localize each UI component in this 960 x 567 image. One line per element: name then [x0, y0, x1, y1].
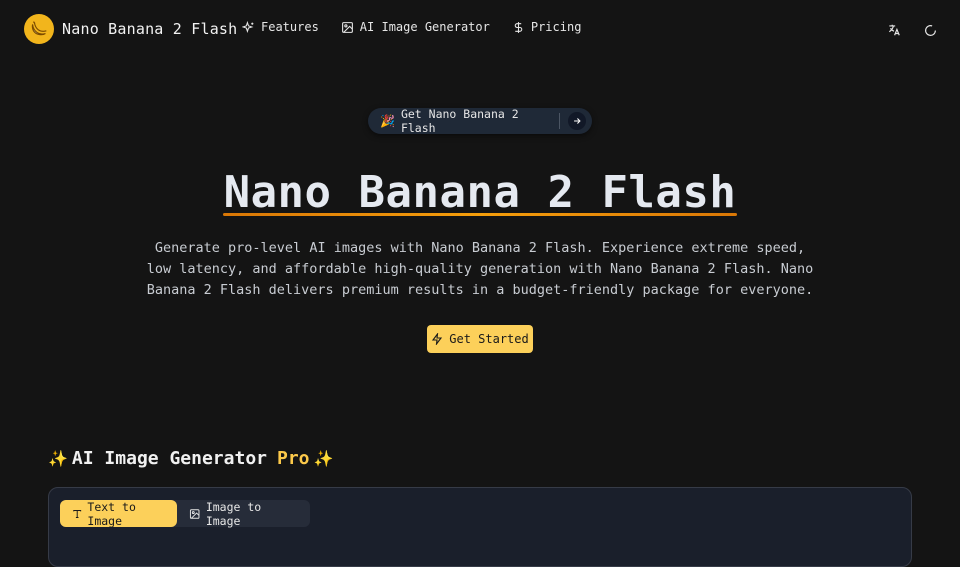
nav-ai-image-generator[interactable]: AI Image Generator — [341, 20, 490, 34]
announcement-label: Get Nano Banana 2 Flash — [400, 107, 519, 135]
arrow-right-icon — [568, 112, 586, 130]
translate-icon — [888, 24, 900, 36]
tab-text-to-image-label: Text to Image — [87, 499, 136, 528]
pro-badge: Pro — [277, 448, 310, 469]
generator-section-title: ✨ AI Image Generator Pro ✨ — [48, 448, 333, 469]
nav-pricing-label: Pricing — [530, 20, 582, 34]
get-started-button[interactable]: Get Started — [427, 325, 533, 353]
nav-pricing[interactable]: Pricing — [512, 20, 582, 34]
dollar-icon — [514, 21, 523, 33]
sparkles-icon — [242, 20, 254, 33]
image-icon — [341, 21, 353, 33]
sparkle-emoji-right: ✨ — [313, 449, 334, 468]
generator-tabs: Text to Image Image to Image — [60, 499, 310, 528]
title-underline — [223, 213, 737, 216]
hero-title: Nano Banana 2 Flash — [223, 167, 737, 218]
generator-panel — [48, 487, 912, 567]
top-navbar: Nano Banana 2 Flash Features AI Image Ge… — [0, 0, 960, 60]
text-icon — [73, 509, 82, 518]
image-icon — [190, 508, 200, 519]
generator-title: AI Image Generator — [71, 448, 267, 469]
tab-text-to-image[interactable]: Text to Image — [60, 499, 178, 528]
language-button[interactable] — [886, 22, 902, 38]
get-started-label: Get Started — [449, 332, 529, 346]
theme-toggle-icon — [924, 24, 936, 36]
nav-ai-image-generator-label: AI Image Generator — [359, 20, 490, 34]
brand-name: Nano Banana 2 Flash — [62, 20, 238, 38]
hero-description: Generate pro-level AI images with Nano B… — [146, 240, 814, 298]
banana-icon — [24, 14, 54, 44]
lightning-icon — [432, 333, 443, 345]
nav-features[interactable]: Features — [242, 20, 319, 34]
announcement-pill[interactable]: 🎉 Get Nano Banana 2 Flash — [368, 107, 592, 135]
divider — [559, 113, 560, 129]
theme-toggle-button[interactable] — [922, 22, 938, 38]
sparkle-emoji-left: ✨ — [48, 449, 68, 468]
party-icon: 🎉 — [380, 114, 395, 128]
nav-features-label: Features — [261, 20, 319, 34]
tab-image-to-image[interactable]: Image to Image — [177, 499, 310, 528]
brand-link[interactable]: Nano Banana 2 Flash — [24, 14, 237, 44]
tab-image-to-image-label: Image to Image — [205, 499, 262, 528]
